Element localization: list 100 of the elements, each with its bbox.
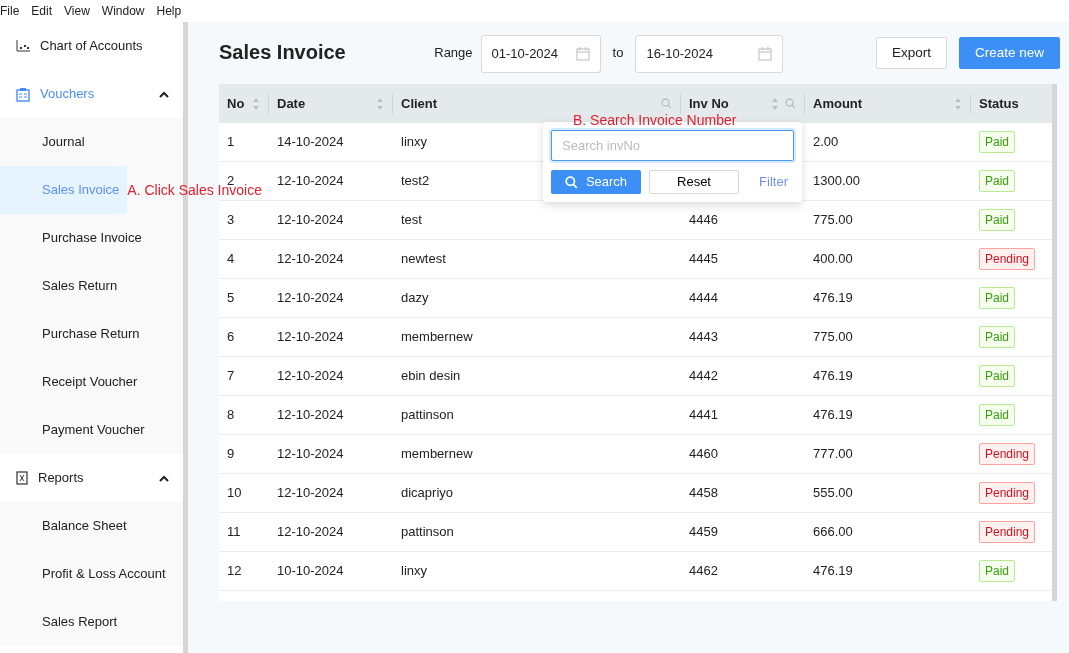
status-tag: Paid bbox=[979, 209, 1016, 231]
table-cell-text: 4446 bbox=[689, 211, 718, 230]
table-cell-text: 12-10-2024 bbox=[277, 484, 344, 503]
table-cell-text: 2.00 bbox=[813, 133, 839, 152]
search-icon bbox=[564, 175, 578, 189]
menu-item[interactable]: Window bbox=[101, 2, 151, 20]
sidebar-subitem[interactable]: Sales Return bbox=[0, 262, 183, 310]
table-cell-text: 4460 bbox=[689, 445, 718, 464]
sidebar-subitem[interactable]: Purchase Return bbox=[0, 310, 183, 358]
sidebar-subitem[interactable]: Sales Report bbox=[0, 598, 183, 646]
to-label: to bbox=[612, 44, 624, 63]
table-cell-text: 775.00 bbox=[813, 328, 853, 347]
table-cell-text: 12 bbox=[227, 562, 242, 581]
range-label: Range bbox=[434, 44, 473, 63]
table-cell-text: membernew bbox=[401, 328, 473, 347]
table-cell-text: 555.00 bbox=[813, 484, 853, 503]
annotation: B. Search Invoice Number bbox=[573, 113, 737, 127]
annotation: A. Click Sales Invoice bbox=[127, 183, 262, 197]
status-tag: Pending bbox=[979, 443, 1036, 465]
table-cell-text: test2 bbox=[401, 172, 430, 191]
table-cell-text: 12-10-2024 bbox=[277, 250, 344, 269]
chart-icon bbox=[16, 40, 30, 52]
sidebar-subitem[interactable]: Journal bbox=[0, 118, 183, 166]
table-cell-text: 4462 bbox=[689, 562, 718, 581]
table-cell-text: 7 bbox=[227, 367, 235, 386]
sidebar-subitem[interactable]: Purchase Invoice bbox=[0, 214, 183, 262]
caret-icon[interactable] bbox=[159, 474, 169, 482]
table-cell-text: 775.00 bbox=[813, 211, 853, 230]
table-cell-text: 476.19 bbox=[813, 562, 853, 581]
table-cell-text: 4 bbox=[227, 250, 235, 269]
table-cell-text: 10 bbox=[227, 484, 242, 503]
date-field[interactable]: 01-10-2024 bbox=[480, 35, 601, 73]
column-header[interactable]: No bbox=[219, 93, 269, 114]
table-cell-text: 777.00 bbox=[813, 445, 853, 464]
table-cell-text: 476.19 bbox=[813, 289, 853, 308]
column-header[interactable]: Client bbox=[393, 93, 681, 114]
status-tag: Paid bbox=[979, 365, 1016, 387]
sidebar-subitem[interactable]: Balance Sheet bbox=[0, 502, 183, 550]
column-header[interactable]: Inv No bbox=[681, 93, 805, 114]
table-cell-text: 476.19 bbox=[813, 406, 853, 425]
table-cell-text: 4458 bbox=[689, 484, 718, 503]
status-tag: Paid bbox=[979, 560, 1016, 582]
caret-icon[interactable] bbox=[159, 90, 169, 98]
document-icon bbox=[16, 471, 28, 485]
calendar-icon bbox=[758, 47, 773, 61]
table-cell-text: 3 bbox=[227, 211, 235, 230]
table-cell-text: pattinson bbox=[401, 523, 454, 542]
table-cell-text: test bbox=[401, 211, 422, 230]
column-header[interactable]: Status bbox=[971, 93, 1052, 114]
table-cell-text: 12-10-2024 bbox=[277, 406, 344, 425]
status-tag: Pending bbox=[979, 482, 1036, 504]
date-field[interactable]: 16-10-2024 bbox=[635, 35, 784, 73]
table-cell-text: 4459 bbox=[689, 523, 718, 542]
search-icon[interactable] bbox=[785, 98, 796, 109]
sidebar-subitem[interactable]: Payment Voucher bbox=[0, 406, 183, 454]
status-tag: Paid bbox=[979, 170, 1016, 192]
sidebar-subitem[interactable]: Receipt Voucher bbox=[0, 358, 183, 406]
table-cell-text: 1 bbox=[227, 133, 235, 152]
table-cell-text: 8 bbox=[227, 406, 235, 425]
table-cell-text: 5 bbox=[227, 289, 235, 308]
reset-button[interactable]: Reset bbox=[649, 170, 739, 194]
button[interactable]: Export bbox=[875, 37, 947, 69]
table-cell-text: dazy bbox=[401, 289, 429, 308]
column-header[interactable]: Amount bbox=[805, 93, 971, 114]
status-tag: Paid bbox=[979, 404, 1016, 426]
column-header[interactable]: Date bbox=[269, 93, 393, 114]
table-cell-text: 12-10-2024 bbox=[277, 211, 344, 230]
table-cell-text: 11 bbox=[227, 523, 241, 542]
table-cell-text: 1300.00 bbox=[813, 172, 860, 191]
status-tag: Pending bbox=[979, 521, 1036, 543]
table-cell-text: 12-10-2024 bbox=[277, 172, 344, 191]
table-cell-text: 12-10-2024 bbox=[277, 367, 344, 386]
search-field[interactable]: Search invNo bbox=[551, 130, 794, 161]
table-cell-text: membernew bbox=[401, 445, 473, 464]
sort-icon[interactable] bbox=[954, 96, 962, 111]
table-cell-text: 4441 bbox=[689, 406, 718, 425]
status-tag: Paid bbox=[979, 131, 1016, 153]
table-cell-text: 9 bbox=[227, 445, 235, 464]
table-cell-text: 12-10-2024 bbox=[277, 328, 344, 347]
search-icon[interactable] bbox=[661, 98, 672, 109]
status-tag: Paid bbox=[979, 326, 1016, 348]
clipboard-icon bbox=[16, 86, 30, 102]
table-cell-text: 6 bbox=[227, 328, 235, 347]
table-cell-text: pattinson bbox=[401, 406, 454, 425]
table-cell-text: 400.00 bbox=[813, 250, 853, 269]
menu-item[interactable]: View bbox=[64, 2, 96, 20]
table-cell-text: 4444 bbox=[689, 289, 718, 308]
table-cell-text: 12-10-2024 bbox=[277, 289, 344, 308]
menu-item[interactable]: File bbox=[0, 2, 26, 20]
sidebar-item[interactable]: Chart of Accounts bbox=[0, 22, 183, 70]
page-title: Sales Invoice bbox=[219, 40, 346, 65]
sort-icon[interactable] bbox=[376, 96, 384, 111]
sort-icon[interactable] bbox=[252, 96, 260, 111]
sidebar-item[interactable]: Reports bbox=[0, 454, 183, 502]
sidebar-subitem[interactable]: Profit & Loss Account bbox=[0, 550, 183, 598]
sort-icon[interactable] bbox=[771, 96, 779, 111]
table-cell-text: 476.19 bbox=[813, 367, 853, 386]
menu-item[interactable]: Edit bbox=[31, 2, 59, 20]
menu-item[interactable]: Help bbox=[156, 2, 188, 20]
table-cell-text: linxy bbox=[401, 133, 427, 152]
